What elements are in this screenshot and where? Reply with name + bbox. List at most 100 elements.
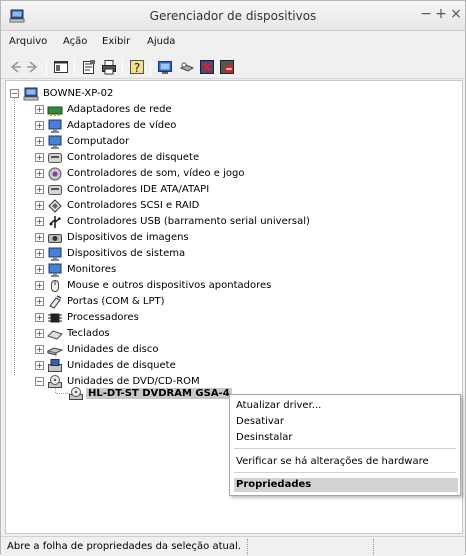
computer-icon (48, 135, 62, 149)
expand-toggle[interactable]: + (35, 249, 44, 258)
update-driver-icon[interactable] (157, 59, 173, 75)
menu-acao[interactable]: Ação (63, 36, 87, 47)
back-arrow-icon[interactable] (7, 59, 23, 75)
tree-item-label: HL-DT-ST DVDRAM GSA-4 (86, 388, 232, 399)
expand-toggle[interactable]: + (35, 105, 44, 114)
expand-toggle[interactable]: + (35, 185, 44, 194)
scan-hardware-icon[interactable] (179, 59, 195, 75)
collapse-toggle[interactable]: − (10, 89, 19, 98)
tree-item-unidades-de-disco[interactable]: + Unidades de disco (10, 342, 450, 358)
tree-item-monitores[interactable]: + Monitores (10, 262, 450, 278)
tree-item-label: Monitores (67, 264, 117, 275)
tree-item-label: Controladores de disquete (67, 152, 200, 163)
cd-drive-icon (48, 375, 62, 388)
expand-toggle[interactable]: + (35, 169, 44, 178)
uninstall-icon[interactable] (199, 59, 215, 75)
processor-icon (48, 313, 62, 323)
tree-item-processadores[interactable]: + Processadores (10, 310, 450, 326)
title-bar[interactable]: Gerenciador de dispositivos − + × (1, 1, 465, 31)
tree-item-label: Dispositivos de sistema (67, 248, 186, 259)
tree-item-dispositivos-de-imagens[interactable]: + Dispositivos de imagens (10, 230, 450, 246)
expand-toggle[interactable]: + (35, 201, 44, 210)
tree-item-label: Teclados (67, 328, 110, 339)
camera-icon (48, 234, 62, 243)
menu-item-atualizar-driver[interactable]: Atualizar driver... (230, 399, 460, 413)
tree-item-unidades-de-disquete[interactable]: + Unidades de disquete (10, 358, 450, 374)
tree-item-controladores-scsi[interactable]: + Controladores SCSI e RAID (10, 198, 450, 214)
cd-drive-icon (69, 387, 83, 400)
context-menu: Atualizar driver... Desativar Desinstala… (229, 394, 461, 496)
expand-toggle[interactable]: + (35, 265, 44, 274)
print-icon[interactable] (101, 59, 117, 75)
svg-text:?: ? (134, 61, 140, 75)
disk-drive-icon (47, 347, 63, 356)
expand-toggle[interactable]: + (35, 345, 44, 354)
mouse-icon (51, 280, 59, 292)
expand-toggle[interactable]: + (35, 313, 44, 322)
monitor-icon (48, 119, 62, 133)
computer-icon (9, 9, 25, 23)
toolbar-separator (122, 59, 123, 75)
expand-toggle[interactable]: + (35, 217, 44, 226)
show-hide-console-tree-icon[interactable] (53, 59, 69, 75)
keyboard-icon (47, 330, 63, 340)
expand-toggle[interactable]: + (35, 329, 44, 338)
tree-item-label: Controladores USB (barramento serial uni… (67, 216, 310, 227)
toolbar-separator (46, 59, 47, 75)
tree-item-adaptadores-de-video[interactable]: + Adaptadores de vídeo (10, 118, 450, 134)
tree-item-dispositivos-de-sistema[interactable]: + Dispositivos de sistema (10, 246, 450, 262)
menu-separator (234, 448, 456, 449)
status-text: Abre a folha de propriedades da seleção … (7, 541, 241, 552)
usb-icon (49, 216, 61, 228)
help-icon[interactable]: ? (129, 59, 145, 75)
menu-item-verificar-hardware[interactable]: Verificar se há alterações de hardware (230, 455, 460, 469)
expand-toggle[interactable]: + (35, 121, 44, 130)
tree-item-teclados[interactable]: + Teclados (10, 326, 450, 342)
tree-item-controladores-usb[interactable]: + Controladores USB (barramento serial u… (10, 214, 450, 230)
system-device-icon (48, 247, 62, 261)
tree-item-label: Controladores de som, vídeo e jogo (67, 168, 245, 179)
forward-arrow-icon[interactable] (25, 59, 41, 75)
menu-item-label: Propriedades (236, 479, 312, 490)
tree-item-portas[interactable]: + Portas (COM & LPT) (10, 294, 450, 310)
expand-toggle[interactable]: + (35, 281, 44, 290)
tree-item-controladores-de-disquete[interactable]: + Controladores de disquete (10, 150, 450, 166)
disable-icon[interactable] (219, 59, 235, 75)
tree-root[interactable]: − BOWNE-XP-02 (10, 86, 210, 102)
tree-item-computador[interactable]: + Computador (10, 134, 450, 150)
tree-item-adaptadores-de-rede[interactable]: + Adaptadores de rede (10, 102, 450, 118)
tree-item-label: Portas (COM & LPT) (67, 296, 165, 307)
minimize-button[interactable]: − (419, 6, 433, 22)
ide-controller-icon (48, 185, 62, 195)
tree-item-label: Computador (67, 136, 130, 147)
menu-ajuda[interactable]: Ajuda (147, 36, 175, 47)
tree-item-label: Unidades de disco (67, 344, 159, 355)
expand-toggle[interactable]: + (35, 297, 44, 306)
tree-item-mouse[interactable]: + Mouse e outros dispositivos apontadore… (10, 278, 450, 294)
expand-toggle[interactable]: + (35, 153, 44, 162)
menu-exibir[interactable]: Exibir (102, 36, 130, 47)
monitor-icon (48, 263, 62, 277)
close-button[interactable]: × (449, 6, 463, 22)
menu-item-desativar[interactable]: Desativar (230, 415, 460, 429)
collapse-toggle[interactable]: − (35, 377, 44, 386)
tree-item-controladores-ide[interactable]: + Controladores IDE ATA/ATAPI (10, 182, 450, 198)
expand-toggle[interactable]: + (35, 361, 44, 370)
expand-toggle[interactable]: + (35, 137, 44, 146)
menu-item-propriedades[interactable]: Propriedades (234, 478, 458, 492)
expand-toggle[interactable]: + (35, 233, 44, 242)
menu-arquivo[interactable]: Arquivo (9, 36, 47, 47)
menu-item-label: Desativar (236, 416, 285, 427)
network-adapter-icon (47, 106, 63, 116)
maximize-button[interactable]: + (434, 6, 448, 22)
port-icon (49, 295, 62, 309)
tree-item-label: Adaptadores de rede (67, 104, 172, 115)
tree-item-label: Controladores IDE ATA/ATAPI (67, 184, 210, 195)
menu-item-desinstalar[interactable]: Desinstalar (230, 431, 460, 445)
properties-icon[interactable] (81, 59, 97, 75)
menu-bar: Arquivo Ação Exibir Ajuda (1, 32, 465, 54)
tree-item-controladores-de-som[interactable]: + Controladores de som, vídeo e jogo (10, 166, 450, 182)
tree-item-label: Controladores SCSI e RAID (67, 200, 200, 211)
device-manager-window: Gerenciador de dispositivos − + × Arquiv… (0, 0, 466, 556)
menu-item-label: Atualizar driver... (236, 400, 322, 411)
